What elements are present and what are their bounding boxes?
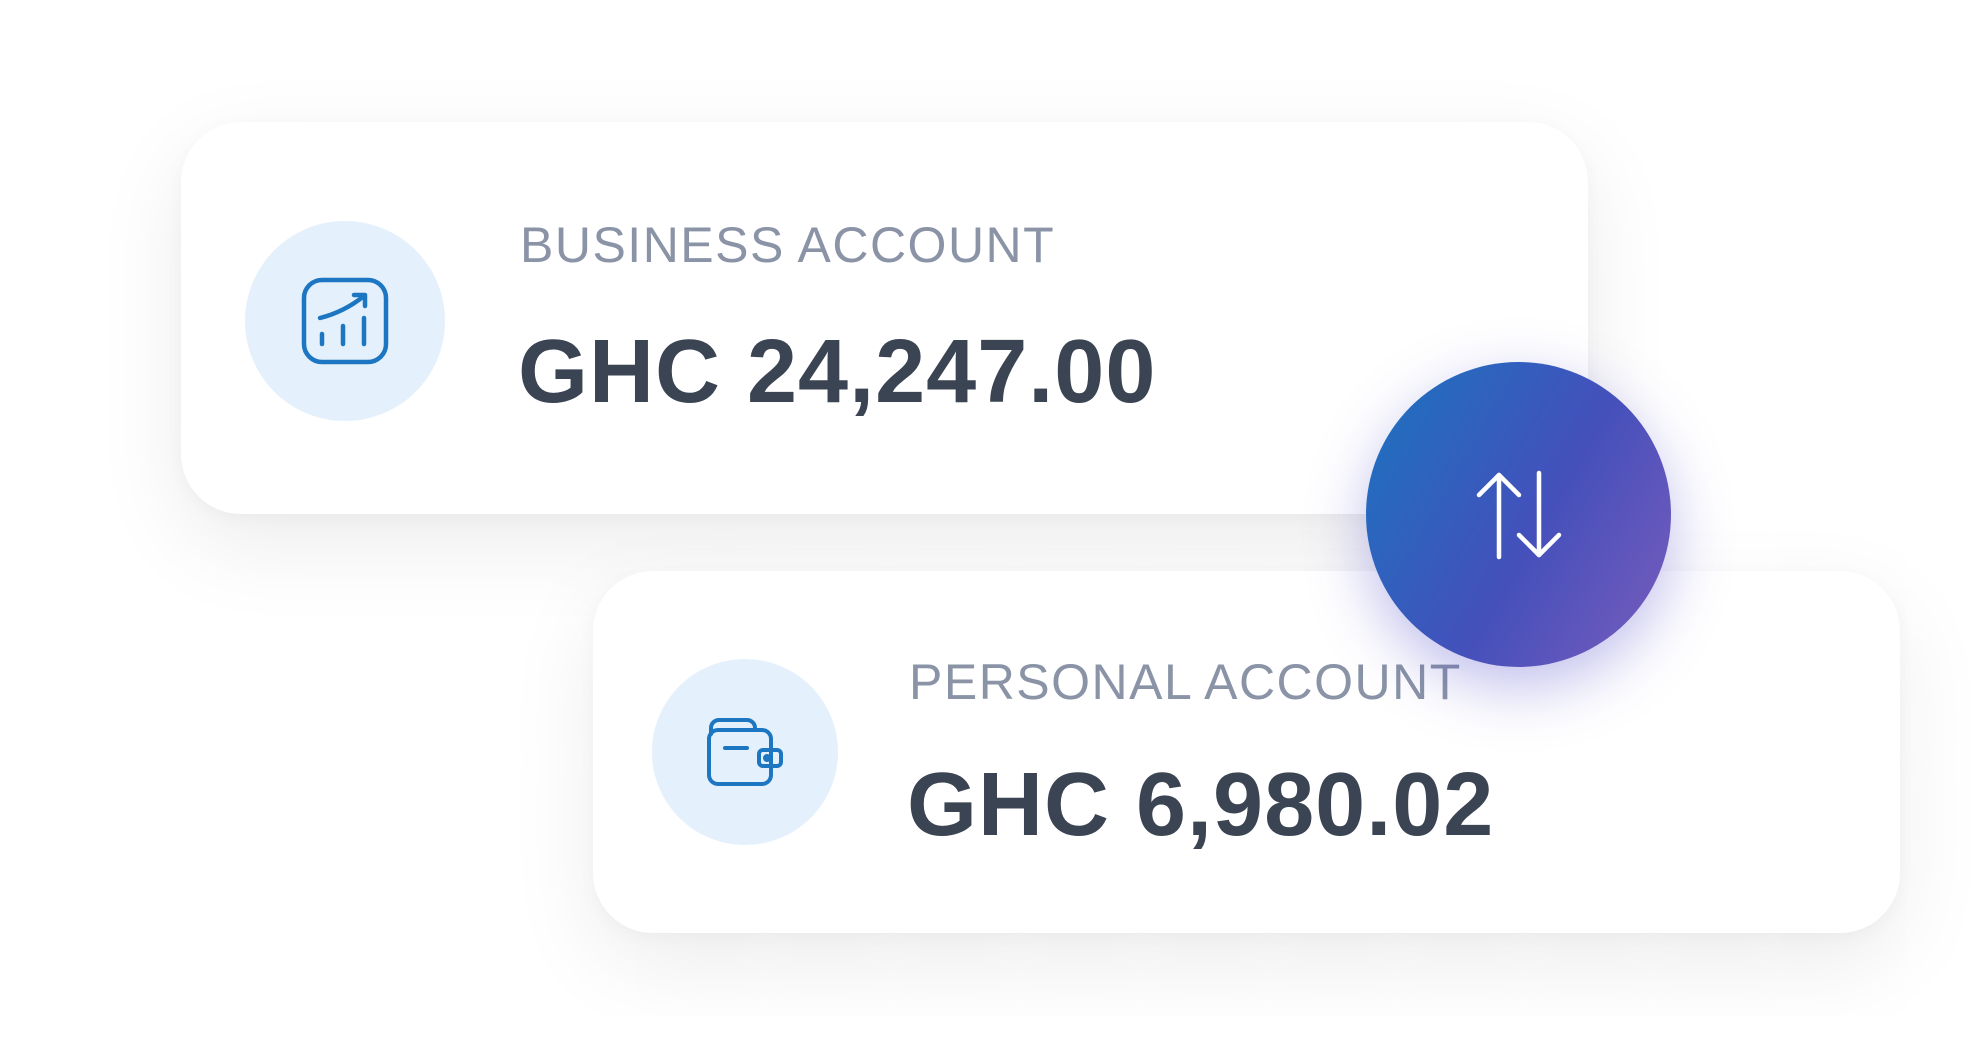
swap-vertical-arrows-icon	[1476, 470, 1561, 559]
chart-trend-icon	[301, 277, 389, 365]
personal-account-label: PERSONAL ACCOUNT	[909, 654, 1462, 710]
business-account-balance: GHC 24,247.00	[518, 322, 1157, 422]
transfer-button[interactable]	[1366, 362, 1671, 667]
wallet-icon	[707, 718, 783, 786]
personal-account-balance: GHC 6,980.02	[907, 755, 1495, 855]
personal-account-card[interactable]: PERSONAL ACCOUNT GHC 6,980.02	[593, 571, 1900, 933]
personal-account-icon-circle	[652, 659, 838, 845]
business-account-icon-circle	[245, 221, 445, 421]
business-account-label: BUSINESS ACCOUNT	[520, 217, 1056, 273]
